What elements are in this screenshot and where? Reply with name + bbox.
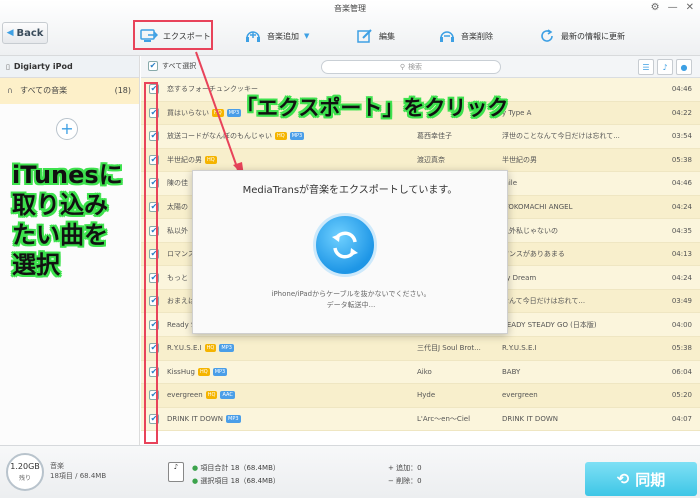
dialog-note: iPhone/iPadからケーブルを抜かないでください。 データ転送中...: [193, 289, 509, 311]
file-icon: ♪: [168, 462, 184, 482]
sync-spinner-icon: [313, 213, 377, 277]
dialog-note-line2: データ転送中...: [326, 301, 376, 309]
add-count: + 追加：0: [388, 464, 422, 472]
export-progress-dialog: MediaTransが音楽をエクスポートしています。 iPhone/iPadから…: [192, 170, 508, 334]
total-items: 項目合計 18（68.4MB）: [200, 464, 280, 472]
storage-gauge: 1.20GB 残り: [6, 453, 44, 491]
item-stats: ● 項目合計 18（68.4MB） ● 選択項目 18（68.4MB）: [192, 464, 280, 485]
storage-label: 残り: [18, 475, 31, 482]
change-stats: + 追加：0 − 削除：0: [388, 462, 422, 488]
sync-label: 同期: [635, 470, 666, 489]
storage-size: 1.20GB: [10, 462, 40, 471]
selected-items: 選択項目 18（68.4MB）: [200, 477, 280, 485]
device-summary: 音楽 18項目 / 68.4MB: [50, 461, 106, 481]
delete-count: − 削除：0: [388, 477, 422, 485]
sync-icon: ⟲: [616, 470, 630, 488]
sync-button[interactable]: ⟲ 同期: [585, 462, 697, 496]
device-summary-label: 音楽: [50, 462, 64, 470]
dialog-title: MediaTransが音楽をエクスポートしています。: [242, 185, 458, 196]
dialog-note-line1: iPhone/iPadからケーブルを抜かないでください。: [271, 290, 431, 298]
device-summary-value: 18項目 / 68.4MB: [50, 472, 107, 480]
